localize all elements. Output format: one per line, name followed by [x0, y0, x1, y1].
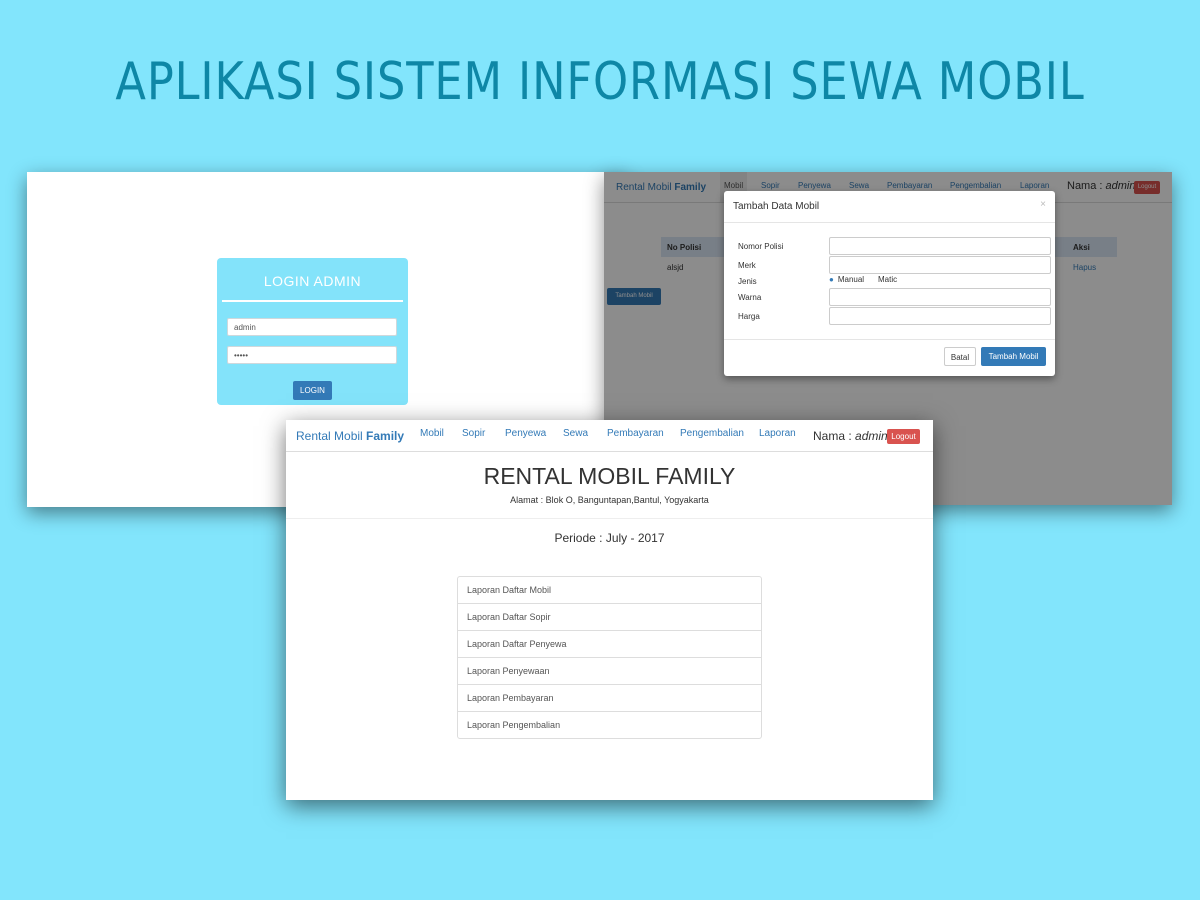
- username-field[interactable]: admin: [227, 318, 397, 336]
- nav-sopir[interactable]: Sopir: [462, 428, 485, 439]
- radio-selected-icon: ●: [829, 275, 834, 284]
- warna-input[interactable]: [829, 288, 1051, 306]
- merk-input[interactable]: [829, 256, 1051, 274]
- address-text: Alamat : Blok O, Banguntapan,Bantul, Yog…: [510, 495, 709, 505]
- radio-manual-label: Manual: [837, 275, 865, 284]
- page-title: RENTAL MOBIL FAMILY: [483, 463, 736, 489]
- close-icon[interactable]: ×: [1040, 199, 1046, 210]
- label-nomor-polisi: Nomor Polisi: [738, 242, 784, 251]
- login-divider: [222, 300, 403, 302]
- radio-matic[interactable]: Matic: [878, 275, 897, 284]
- submit-tambah-mobil-button[interactable]: Tambah Mobil: [981, 347, 1046, 366]
- nav-penyewa[interactable]: Penyewa: [505, 428, 546, 439]
- report-item-daftar-sopir[interactable]: Laporan Daftar Sopir: [458, 604, 761, 631]
- nav-pembayaran[interactable]: Pembayaran: [607, 428, 664, 439]
- modal-footer-divider: [724, 339, 1055, 340]
- logout-button[interactable]: Logout: [887, 429, 920, 444]
- radio-matic-label: Matic: [878, 275, 898, 284]
- report-item-daftar-penyewa[interactable]: Laporan Daftar Penyewa: [458, 631, 761, 658]
- label-warna: Warna: [738, 293, 762, 302]
- tambah-mobil-modal: Tambah Data Mobil × Nomor Polisi Merk Je…: [724, 191, 1055, 376]
- label-harga: Harga: [738, 312, 760, 321]
- batal-button[interactable]: Batal: [944, 347, 976, 366]
- nav-mobil[interactable]: Mobil: [420, 428, 444, 439]
- login-panel: LOGIN ADMIN admin ••••• LOGIN: [217, 258, 408, 405]
- nav-pengembalian[interactable]: Pengembalian: [680, 428, 744, 439]
- report-item-penyewaan[interactable]: Laporan Penyewaan: [458, 658, 761, 685]
- report-item-daftar-mobil[interactable]: Laporan Daftar Mobil: [458, 577, 761, 604]
- modal-header-divider: [724, 222, 1055, 223]
- login-title: LOGIN ADMIN: [263, 273, 362, 289]
- modal-title: Tambah Data Mobil: [733, 201, 820, 212]
- banner-title: APLIKASI SISTEM INFORMASI SEWA MOBIL: [115, 52, 1085, 112]
- brand-bold: Family: [366, 429, 405, 443]
- periode-text: Periode : July - 2017: [554, 531, 665, 545]
- password-field[interactable]: •••••: [227, 346, 397, 364]
- brand-prefix: Rental Mobil: [296, 429, 363, 443]
- nav-laporan[interactable]: Laporan: [759, 428, 796, 439]
- user-name-label: Nama : admin: [813, 429, 888, 443]
- label-merk: Merk: [738, 261, 756, 270]
- nomor-polisi-input[interactable]: [829, 237, 1051, 255]
- navbar-brand[interactable]: Rental Mobil Family: [296, 429, 404, 443]
- report-list: Laporan Daftar Mobil Laporan Daftar Sopi…: [457, 576, 762, 739]
- login-button[interactable]: LOGIN: [293, 381, 332, 400]
- header-divider: [286, 518, 933, 519]
- radio-manual[interactable]: ● Manual: [829, 275, 864, 284]
- report-item-pembayaran[interactable]: Laporan Pembayaran: [458, 685, 761, 712]
- laporan-screenshot: Rental Mobil Family Mobil Sopir Penyewa …: [286, 420, 933, 800]
- navbar: Rental Mobil Family Mobil Sopir Penyewa …: [286, 420, 933, 452]
- report-item-pengembalian[interactable]: Laporan Pengembalian: [458, 712, 761, 738]
- label-jenis: Jenis: [738, 277, 757, 286]
- nav-sewa[interactable]: Sewa: [563, 428, 588, 439]
- nama-label: Nama :: [813, 429, 852, 443]
- nama-user: admin: [855, 429, 888, 443]
- harga-input[interactable]: [829, 307, 1051, 325]
